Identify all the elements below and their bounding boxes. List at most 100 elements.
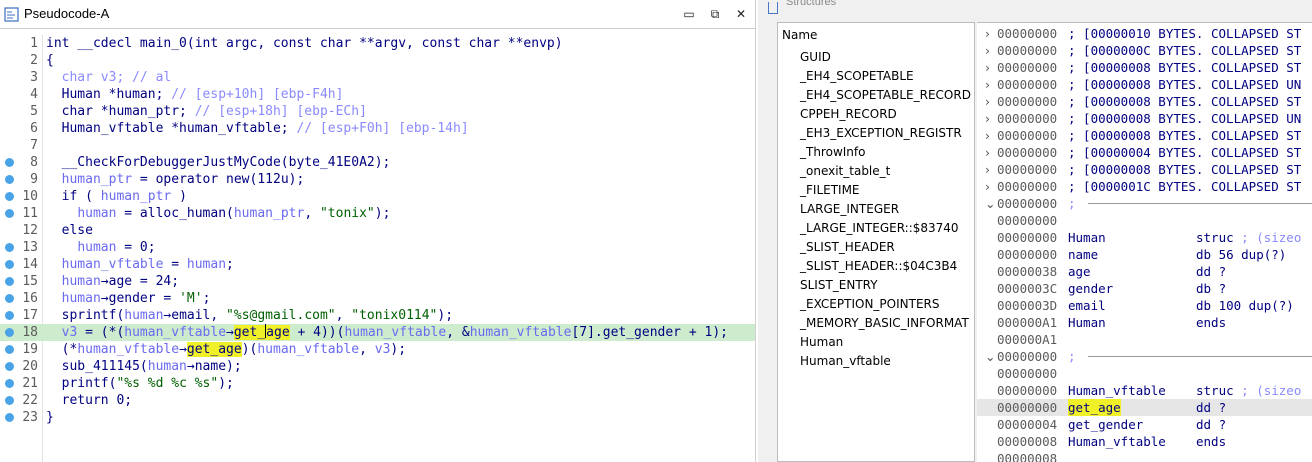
structure-list-item[interactable]: LARGE_INTEGER bbox=[800, 200, 899, 219]
collapsed-chevron-icon[interactable]: › bbox=[985, 127, 995, 144]
collapsed-chevron-icon[interactable]: › bbox=[985, 59, 995, 76]
structure-detail-row[interactable]: 00000000 bbox=[977, 212, 1312, 229]
structure-list-item[interactable]: _MEMORY_BASIC_INFORMAT bbox=[800, 314, 969, 333]
pseudocode-titlebar[interactable]: Pseudocode-A ▭ ⧉ ✕ bbox=[0, 0, 755, 29]
code-text[interactable]: human_ptr = operator new(112u); bbox=[46, 171, 305, 188]
structure-detail-row[interactable]: › 00000000 ; [0000001C BYTES. COLLAPSED ST bbox=[977, 178, 1312, 195]
code-text[interactable]: __CheckForDebuggerJustMyCode(byte_41E0A2… bbox=[46, 154, 391, 171]
structure-detail-row[interactable]: 00000038 age dd ? bbox=[977, 263, 1312, 280]
breakpoint-dot-icon[interactable] bbox=[5, 328, 14, 337]
structure-list-item[interactable]: Human_vftable bbox=[800, 352, 891, 371]
breakpoint-dot-icon[interactable] bbox=[5, 243, 14, 252]
structure-detail-row[interactable]: 00000008 bbox=[977, 450, 1312, 462]
breakpoint-dot-icon[interactable] bbox=[5, 362, 14, 371]
structure-list-item[interactable]: _EH4_SCOPETABLE_RECORD bbox=[800, 86, 971, 105]
structure-detail-row[interactable]: 00000000 get_age dd ? bbox=[977, 399, 1312, 416]
breakpoint-dot-icon[interactable] bbox=[5, 396, 14, 405]
code-text[interactable]: Human *human; // [esp+10h] [ebp-F4h] bbox=[46, 86, 344, 103]
code-text[interactable]: if ( human_ptr ) bbox=[46, 188, 187, 205]
structure-detail-row[interactable]: › 00000000 ; [00000004 BYTES. COLLAPSED ST bbox=[977, 144, 1312, 161]
collapsed-chevron-icon[interactable]: › bbox=[985, 76, 995, 93]
collapsed-chevron-icon[interactable]: › bbox=[985, 25, 995, 42]
collapsed-chevron-icon[interactable]: › bbox=[985, 144, 995, 161]
code-line[interactable]: 21 printf("%s %d %c %s"); bbox=[0, 375, 755, 392]
structure-detail-row[interactable]: › 00000000 ; [00000010 BYTES. COLLAPSED ST bbox=[977, 25, 1312, 42]
code-line[interactable]: 18 v3 = (*(human_vftable→get_age + 4))(h… bbox=[0, 324, 755, 341]
breakpoint-dot-icon[interactable] bbox=[5, 379, 14, 388]
collapsed-chevron-icon[interactable]: › bbox=[985, 178, 995, 195]
structure-detail-row[interactable]: ⌄ 00000000; bbox=[977, 195, 1312, 212]
structure-detail-row[interactable]: 00000000 name db 56 dup(?) bbox=[977, 246, 1312, 263]
structure-list-item[interactable]: _FILETIME bbox=[800, 181, 860, 200]
structure-detail-row[interactable]: › 00000000 ; [00000008 BYTES. COLLAPSED ST bbox=[977, 127, 1312, 144]
code-line[interactable]: 14 human_vftable = human; bbox=[0, 256, 755, 273]
code-text[interactable]: human = 0; bbox=[46, 239, 155, 256]
collapsed-chevron-icon[interactable]: › bbox=[985, 161, 995, 178]
code-text[interactable]: sprintf(human→email, "%s@gmail.com", "to… bbox=[46, 307, 453, 324]
structure-detail-row[interactable]: 000000A1 bbox=[977, 331, 1312, 348]
code-line[interactable]: 9 human_ptr = operator new(112u); bbox=[0, 171, 755, 188]
structure-list-item[interactable]: Human bbox=[800, 333, 843, 352]
code-line[interactable]: 12 else bbox=[0, 222, 755, 239]
structure-detail-row[interactable]: › 00000000 ; [00000008 BYTES. COLLAPSED ST bbox=[977, 59, 1312, 76]
breakpoint-dot-icon[interactable] bbox=[5, 294, 14, 303]
code-text[interactable]: human→gender = 'M'; bbox=[46, 290, 211, 307]
code-text[interactable]: (*human_vftable→get_age)(human_vftable, … bbox=[46, 341, 406, 358]
code-line[interactable]: 6 Human_vftable *human_vftable; // [esp+… bbox=[0, 120, 755, 137]
breakpoint-dot-icon[interactable] bbox=[5, 209, 14, 218]
structure-list-item[interactable]: CPPEH_RECORD bbox=[800, 105, 897, 124]
structure-list-item[interactable]: GUID bbox=[800, 48, 831, 67]
code-text[interactable]: } bbox=[46, 409, 54, 426]
structure-list-item[interactable]: SLIST_ENTRY bbox=[800, 276, 878, 295]
structure-detail-row[interactable]: › 00000000 ; [00000008 BYTES. COLLAPSED ST bbox=[977, 93, 1312, 110]
structure-detail-row[interactable]: 00000000 Human_vftable struc ; (sizeo bbox=[977, 382, 1312, 399]
structure-list-item[interactable]: _onexit_table_t bbox=[800, 162, 890, 181]
code-text[interactable]: human = alloc_human(human_ptr, "tonix"); bbox=[46, 205, 390, 222]
code-line[interactable]: 5 char *human_ptr; // [esp+18h] [ebp-ECh… bbox=[0, 103, 755, 120]
breakpoint-dot-icon[interactable] bbox=[5, 260, 14, 269]
breakpoint-dot-icon[interactable] bbox=[5, 277, 14, 286]
code-text[interactable]: Human_vftable *human_vftable; // [esp+F0… bbox=[46, 120, 469, 137]
code-text[interactable]: sub_411145(human→name); bbox=[46, 358, 242, 375]
code-line[interactable]: 15 human→age = 24; bbox=[0, 273, 755, 290]
code-line[interactable]: 8 __CheckForDebuggerJustMyCode(byte_41E0… bbox=[0, 154, 755, 171]
code-line[interactable]: 23} bbox=[0, 409, 755, 426]
code-text[interactable]: else bbox=[46, 222, 93, 239]
code-line[interactable]: 20 sub_411145(human→name); bbox=[0, 358, 755, 375]
structure-list-item[interactable]: _EH3_EXCEPTION_REGISTR bbox=[800, 124, 962, 143]
structure-detail-row[interactable]: 000000A1 Human ends bbox=[977, 314, 1312, 331]
breakpoint-dot-icon[interactable] bbox=[5, 158, 14, 167]
code-line[interactable]: 2{ bbox=[0, 52, 755, 69]
structures-name-list[interactable]: Name GUID _EH4_SCOPETABLE _EH4_SCOPETABLE_… bbox=[777, 22, 975, 462]
expand-chevron-icon[interactable]: ⌄ bbox=[985, 195, 995, 212]
breakpoint-dot-icon[interactable] bbox=[5, 413, 14, 422]
code-text[interactable]: v3 = (*(human_vftable→get_age + 4))(huma… bbox=[46, 324, 728, 341]
structure-detail-row[interactable]: ⌄ 00000000; bbox=[977, 348, 1312, 365]
code-line[interactable]: 4 Human *human; // [esp+10h] [ebp-F4h] bbox=[0, 86, 755, 103]
name-column-header[interactable]: Name bbox=[782, 28, 817, 42]
structure-detail-row[interactable]: 00000004 get_gender dd ? bbox=[977, 416, 1312, 433]
code-text[interactable]: return 0; bbox=[46, 392, 132, 409]
collapsed-chevron-icon[interactable]: › bbox=[985, 110, 995, 127]
code-text[interactable]: char v3; // al bbox=[46, 69, 172, 86]
code-line[interactable]: 22 return 0; bbox=[0, 392, 755, 409]
structure-detail-row[interactable]: 00000000 Human struc ; (sizeo bbox=[977, 229, 1312, 246]
breakpoint-dot-icon[interactable] bbox=[5, 311, 14, 320]
minimize-icon[interactable]: ▭ bbox=[681, 6, 697, 22]
structure-detail-row[interactable]: › 00000000 ; [00000008 BYTES. COLLAPSED UN bbox=[977, 76, 1312, 93]
collapsed-chevron-icon[interactable]: › bbox=[985, 93, 995, 110]
structure-detail-row[interactable]: 0000003D email db 100 dup(?) bbox=[977, 297, 1312, 314]
code-line[interactable]: 1 int __cdecl main_0(int argc, const char… bbox=[0, 35, 755, 52]
code-line[interactable]: 3 char v3; // al bbox=[0, 69, 755, 86]
structure-detail-row[interactable]: › 00000000 ; [00000008 BYTES. COLLAPSED UN bbox=[977, 110, 1312, 127]
structure-list-item[interactable]: _SLIST_HEADER bbox=[800, 238, 895, 257]
pseudocode-editor[interactable]: 1 int __cdecl main_0(int argc, const char… bbox=[0, 35, 755, 462]
breakpoint-dot-icon[interactable] bbox=[5, 345, 14, 354]
code-line[interactable]: 16 human→gender = 'M'; bbox=[0, 290, 755, 307]
structure-list-item[interactable]: _LARGE_INTEGER::$83740 bbox=[800, 219, 959, 238]
breakpoint-dot-icon[interactable] bbox=[5, 192, 14, 201]
structure-detail-view[interactable]: › 00000000; [00000010 BYTES. COLLAPSED ST… bbox=[977, 22, 1312, 462]
code-line[interactable]: 7 bbox=[0, 137, 755, 154]
code-line[interactable]: 19 (*human_vftable→get_age)(human_vftabl… bbox=[0, 341, 755, 358]
code-text[interactable]: human→age = 24; bbox=[46, 273, 179, 290]
